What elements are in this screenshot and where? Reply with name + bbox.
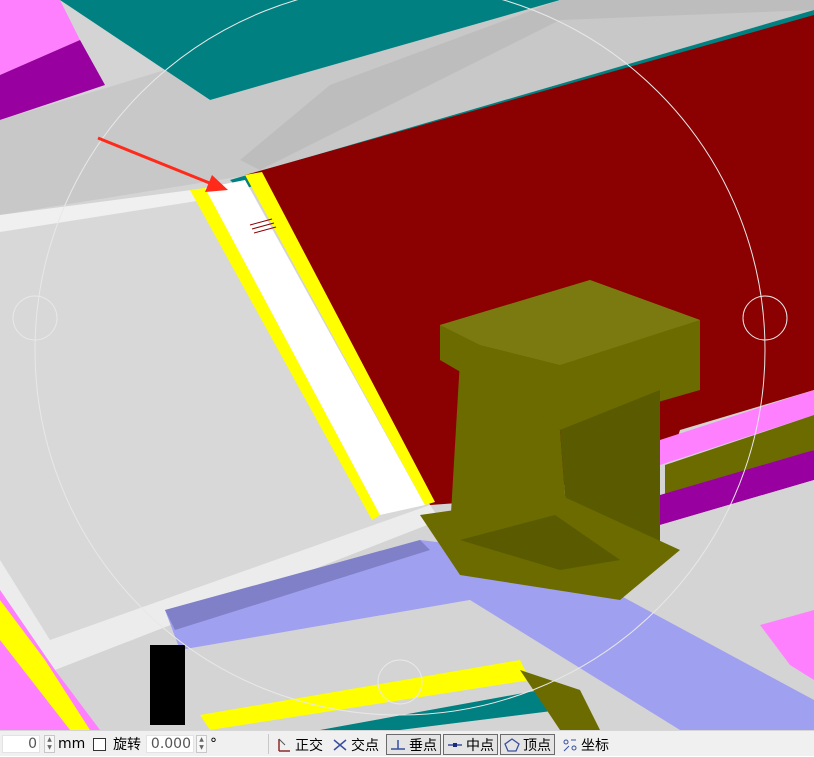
status-bar: 0 ▲ ▼ mm 旋转 0.000 ▲ ▼ ° 正交 交点 垂点 中点 顶点 坐… [0,730,814,756]
snap-coordinate-label: 坐标 [581,737,609,754]
angle-spinner[interactable]: ▲ ▼ [196,735,207,753]
snap-perpendicular-label: 垂点 [409,737,437,754]
spin-up-icon[interactable]: ▲ [197,736,206,744]
intersection-icon [333,738,347,751]
snap-orthogonal-label: 正交 [295,737,323,754]
separator [268,734,269,754]
angle-value-field[interactable]: 0.000 [146,735,194,753]
spin-down-icon[interactable]: ▼ [45,744,54,752]
vertex-icon [504,737,520,752]
orthogonal-icon [278,738,290,752]
model-scene[interactable] [0,0,814,730]
spin-down-icon[interactable]: ▼ [197,744,206,752]
checkbox-icon[interactable] [93,737,106,751]
snap-vertex-label: 顶点 [523,737,551,754]
perpendicular-icon [391,739,405,750]
rotate-checkbox[interactable] [93,731,106,757]
snap-midpoint-button[interactable]: 中点 [443,734,498,755]
rotate-label: 旋转 [113,737,141,753]
snap-vertex-button[interactable]: 顶点 [500,734,555,755]
offset-unit-label: mm [58,736,86,752]
snap-coordinate-button[interactable]: 坐标 [558,734,613,755]
snap-orthogonal-button[interactable]: 正交 [272,734,327,755]
offset-value-field[interactable]: 0 [2,735,40,753]
snap-midpoint-label: 中点 [466,737,494,754]
angle-unit-label: ° [210,736,217,752]
black-post [150,645,185,725]
snap-intersection-label: 交点 [351,737,379,754]
offset-spinner[interactable]: ▲ ▼ [44,735,55,753]
spin-up-icon[interactable]: ▲ [45,736,54,744]
snap-perpendicular-button[interactable]: 垂点 [386,734,441,755]
3d-viewport[interactable] [0,0,814,730]
midpoint-icon [448,742,462,747]
snap-intersection-button[interactable]: 交点 [328,734,383,755]
coordinate-icon [563,739,577,751]
